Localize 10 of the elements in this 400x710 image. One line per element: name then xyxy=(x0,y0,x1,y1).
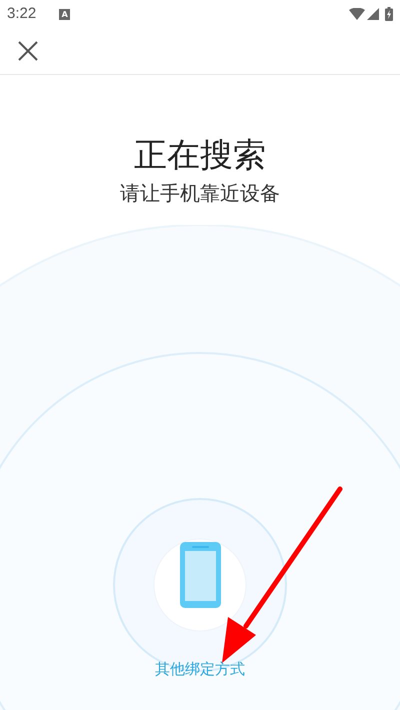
close-icon xyxy=(18,41,38,61)
signal-icon xyxy=(367,8,379,20)
other-binding-methods-link[interactable]: 其他绑定方式 xyxy=(155,658,245,680)
page-title: 正在搜索 xyxy=(134,134,266,176)
status-time: 3:22 xyxy=(7,4,36,24)
wifi-icon xyxy=(349,8,365,20)
page-subtitle: 请让手机靠近设备 xyxy=(120,180,280,207)
phone-icon xyxy=(180,542,220,608)
battery-charging-icon xyxy=(385,7,393,21)
notification-badge: A xyxy=(59,8,70,20)
